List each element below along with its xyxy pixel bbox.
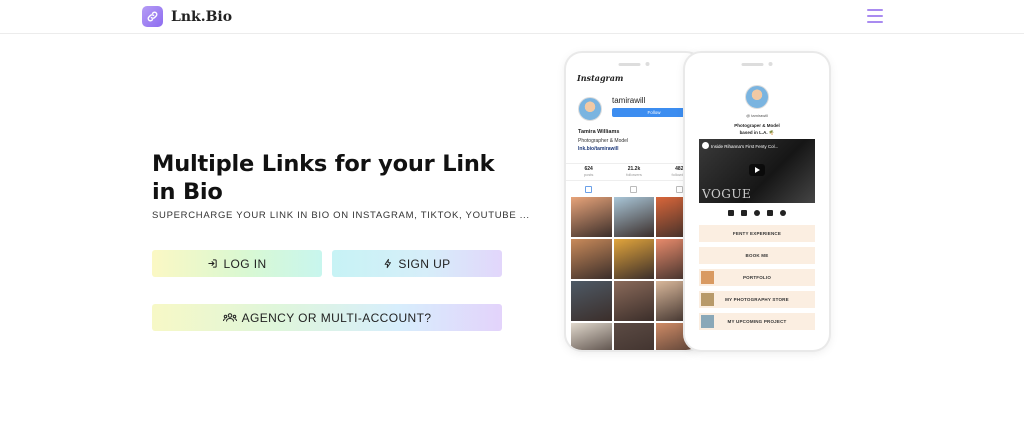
video-title: Inside Rihanna's First Fenty Col...: [711, 144, 779, 149]
avatar: [578, 97, 602, 121]
ig-link: lnk.bio/tamirawill: [578, 146, 619, 152]
login-button[interactable]: LOG IN: [152, 250, 322, 277]
bolt-icon: [383, 258, 393, 269]
avatar: [745, 85, 769, 109]
twitter-icon: [741, 210, 747, 216]
hero-subtitle: SUPERCHARGE YOUR LINK IN BIO ON INSTAGRA…: [152, 210, 530, 221]
lk-link-item: PORTFOLIO: [699, 269, 815, 286]
ig-stats: 624 posts 21.2k followers 482 following: [566, 163, 702, 181]
hero-title: Multiple Links for your Link in Bio: [152, 151, 495, 205]
lk-link-item: FENTY EXPERIENCE: [699, 225, 815, 242]
login-icon: [207, 258, 218, 269]
top-nav: Lnk.Bio: [0, 0, 1024, 34]
tiktok-icon: [728, 210, 734, 216]
signup-label: SIGN UP: [398, 256, 451, 271]
tv-icon: [630, 185, 638, 193]
patreon-icon: [780, 210, 786, 216]
lk-link-label: MY UPCOMING PROJECT: [727, 319, 787, 324]
channel-icon: [702, 142, 709, 149]
ig-photo: [571, 197, 612, 237]
follow-button: Follow: [612, 108, 696, 117]
users-icon: [222, 312, 237, 323]
hamburger-menu-icon[interactable]: [867, 9, 883, 23]
ig-photo: [571, 239, 612, 279]
ig-stat: 21.2k followers: [626, 166, 642, 177]
phone-notch: [741, 62, 773, 66]
lk-handle: @ tamirawill: [746, 113, 768, 118]
snapchat-icon: [767, 210, 773, 216]
brand-logo[interactable]: Lnk.Bio: [142, 6, 232, 27]
video-brand: VOGUE: [702, 187, 752, 201]
lk-link-label: BOOK ME: [745, 253, 769, 258]
play-icon: [749, 164, 765, 176]
agency-button[interactable]: AGENCY OR MULTI-ACCOUNT?: [152, 304, 502, 331]
link-thumbnail: [701, 293, 714, 306]
link-icon: [142, 6, 163, 27]
ig-photo: [613, 323, 655, 350]
lk-link-label: FENTY EXPERIENCE: [732, 231, 782, 236]
ig-photo: [571, 281, 612, 321]
lk-bio-line: based in L.A. 🌴: [739, 130, 775, 135]
lk-bio-line: Photograper & Model: [734, 123, 780, 128]
video-embed: Inside Rihanna's First Fenty Col... VOGU…: [699, 139, 815, 203]
signup-button[interactable]: SIGN UP: [332, 250, 502, 277]
ig-bio: Photographer & Model: [578, 138, 629, 144]
phone-notch: [618, 62, 650, 66]
grid-icon: [585, 185, 593, 193]
agency-label: AGENCY OR MULTI-ACCOUNT?: [241, 310, 432, 325]
brand-name: Lnk.Bio: [171, 8, 233, 25]
ig-photo: [613, 281, 655, 321]
ig-photo: [613, 239, 655, 279]
ig-tabs: [566, 184, 702, 194]
ig-photo: [571, 323, 612, 350]
instagram-icon: [754, 210, 760, 216]
ig-handle: tamirawill: [612, 96, 646, 105]
ig-photo-grid: [571, 197, 697, 350]
tagged-icon: [675, 185, 683, 193]
link-thumbnail: [701, 315, 714, 328]
lk-link-item: BOOK ME: [699, 247, 815, 264]
lk-link-item: MY PHOTOGRAPHY STORE: [699, 291, 815, 308]
lk-link-item: MY UPCOMING PROJECT: [699, 313, 815, 330]
social-icons: [685, 210, 829, 216]
lk-link-label: MY PHOTOGRAPHY STORE: [725, 297, 789, 302]
ig-photo: [613, 197, 655, 237]
lk-link-label: PORTFOLIO: [742, 275, 772, 280]
ig-name: Tamira Williams: [578, 129, 620, 135]
ig-stat: 624 posts: [583, 166, 594, 177]
linkbio-phone-mockup: @ tamirawill Photograper & Model based i…: [685, 53, 829, 350]
instagram-phone-mockup: Instagram tamirawill Follow Tamira Willi…: [566, 53, 702, 350]
login-label: LOG IN: [223, 256, 267, 271]
instagram-logo: Instagram: [577, 73, 624, 83]
link-thumbnail: [701, 271, 714, 284]
